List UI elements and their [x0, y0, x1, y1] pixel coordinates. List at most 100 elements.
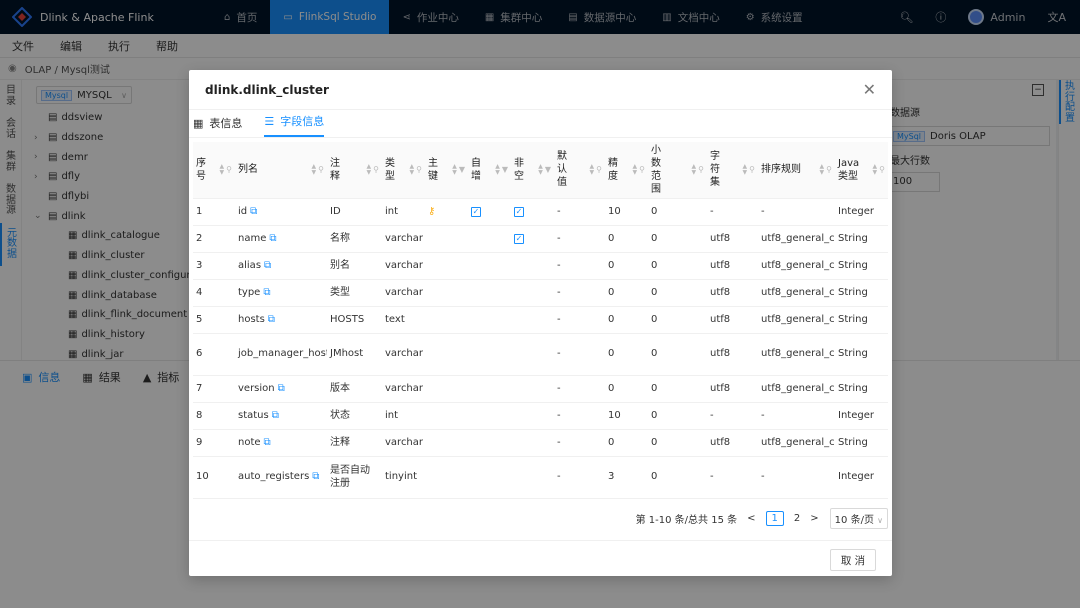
filter-icon[interactable]: ▼: [502, 165, 508, 175]
table-row: 9 note ⧉ 注释 varchar -0 0 utf8 utf8_general_ci Str…: [193, 429, 888, 457]
cell-pk: [425, 306, 468, 334]
sort-icon[interactable]: ▲ ▼: [220, 164, 225, 175]
column-header[interactable]: 小数范围 ▲ ▼ ⚲: [648, 142, 707, 199]
sort-icon[interactable]: ▲ ▼: [820, 164, 825, 175]
column-header[interactable]: 非空 ▲ ▼ ▼: [511, 142, 554, 199]
sort-icon[interactable]: ▲ ▼: [633, 164, 638, 175]
column-header[interactable]: 类型 ▲ ▼ ⚲: [382, 142, 425, 199]
filter-icon[interactable]: ▼: [459, 165, 465, 175]
copy-icon[interactable]: ⧉: [264, 260, 271, 271]
cell-value: 状态: [330, 409, 350, 421]
copy-icon[interactable]: ⧉: [312, 471, 319, 482]
column-header[interactable]: 列名 ▲ ▼ ⚲: [235, 142, 327, 199]
copy-icon[interactable]: ⧉: [278, 383, 285, 394]
prev-page-button[interactable]: <: [747, 513, 755, 524]
close-icon[interactable]: ✕: [863, 80, 876, 99]
cell-value: String: [838, 232, 868, 244]
cell-auto: [468, 429, 511, 457]
sort-icon[interactable]: ▲ ▼: [538, 164, 543, 175]
cell-value: note: [238, 436, 261, 448]
sort-icon[interactable]: ▲ ▼: [495, 164, 500, 175]
sort-icon[interactable]: ▲ ▼: [873, 164, 878, 175]
cell-collation: -: [758, 456, 835, 499]
page-1-button[interactable]: 1: [765, 511, 784, 526]
filter-icon[interactable]: ▼: [545, 165, 551, 175]
cell-scale: 0: [648, 429, 707, 457]
column-header[interactable]: Java 类型 ▲ ▼ ⚲: [835, 142, 888, 199]
cell-scale: 0: [648, 252, 707, 280]
search-icon[interactable]: ⚲: [318, 165, 324, 175]
cell-scale: 0: [648, 306, 707, 334]
column-header-label: 非空: [514, 157, 524, 182]
tab-field-info[interactable]: ☰ 字段信息: [264, 113, 325, 137]
cell-precision: 0: [605, 225, 648, 253]
cell-notnull: [511, 429, 554, 457]
table-row: 6 job_manager_host⧉JMhost varchar - 0 0 utf8 ut…: [193, 333, 888, 376]
column-header[interactable]: 序号 ▲ ▼ ⚲: [193, 142, 235, 199]
cell-value: -: [557, 348, 561, 360]
sort-icon[interactable]: ▲ ▼: [590, 164, 595, 175]
cell-value: 0: [651, 348, 658, 360]
cell-scale: 0: [648, 375, 707, 403]
column-header[interactable]: 精度 ▲ ▼ ⚲: [605, 142, 648, 199]
page-2-button[interactable]: 2: [794, 513, 800, 524]
search-icon[interactable]: ⚲: [698, 165, 704, 175]
cell-name: note ⧉: [235, 429, 327, 457]
column-header[interactable]: 排序规则 ▲ ▼ ⚲: [758, 142, 835, 199]
search-icon[interactable]: ⚲: [749, 165, 755, 175]
cell-java: String: [835, 429, 888, 457]
cell-collation: utf8_general_ci: [758, 306, 835, 334]
sort-icon[interactable]: ▲ ▼: [452, 164, 457, 175]
next-page-button[interactable]: >: [810, 513, 818, 524]
cell-precision: 0: [605, 279, 648, 307]
column-header[interactable]: 默认值 ▲ ▼ ⚲: [554, 142, 605, 199]
copy-icon[interactable]: ⧉: [268, 314, 275, 325]
copy-icon[interactable]: ⧉: [269, 233, 276, 244]
cell-java: String: [835, 225, 888, 253]
cell-value: int: [385, 409, 399, 421]
search-icon[interactable]: ⚲: [639, 165, 645, 175]
cell-value: 注释: [330, 436, 350, 448]
cell-auto: [468, 279, 511, 307]
page-size-select[interactable]: 10 条/页 ∨: [829, 508, 888, 529]
column-header[interactable]: 主键 ▲ ▼ ▼: [425, 142, 468, 199]
cell-auto: [468, 375, 511, 403]
copy-icon[interactable]: ⧉: [264, 437, 271, 448]
cell-value: 0: [651, 471, 658, 483]
cell-value: tinyint: [385, 471, 417, 483]
tab-table-info[interactable]: ▦ 表信息: [193, 115, 242, 137]
cell-value: utf8_general_ci: [761, 436, 835, 448]
cell-value: 0: [608, 348, 615, 360]
cell-value: Integer: [838, 205, 874, 217]
page-size-value: 10 条/页: [834, 515, 874, 526]
cell-value: -: [761, 471, 765, 483]
sort-icon[interactable]: ▲ ▼: [367, 164, 372, 175]
copy-icon[interactable]: ⧉: [263, 287, 270, 298]
sort-icon[interactable]: ▲ ▼: [312, 164, 317, 175]
cell-value: varchar: [385, 348, 424, 360]
search-icon[interactable]: ⚲: [226, 165, 232, 175]
search-icon[interactable]: ⚲: [416, 165, 422, 175]
cell-type: varchar: [382, 252, 425, 280]
cell-precision: 10: [605, 402, 648, 430]
cell-name: version ⧉: [235, 375, 327, 403]
sort-icon[interactable]: ▲ ▼: [410, 164, 415, 175]
cell-comment: 名称: [327, 225, 382, 253]
search-icon[interactable]: ⚲: [596, 165, 602, 175]
copy-icon[interactable]: ⧉: [272, 410, 279, 421]
cell-value: 0: [608, 382, 615, 394]
search-icon[interactable]: ⚲: [826, 165, 832, 175]
column-header[interactable]: 注释 ▲ ▼ ⚲: [327, 142, 382, 199]
cell-auto: ✓: [468, 198, 511, 226]
copy-icon[interactable]: ⧉: [250, 206, 257, 217]
cancel-button[interactable]: 取 消: [830, 549, 876, 571]
search-icon[interactable]: ⚲: [879, 165, 885, 175]
sort-icon[interactable]: ▲ ▼: [743, 164, 748, 175]
pagination: 第 1-10 条/总共 15 条 < 1 2 > 10 条/页 ∨: [636, 508, 888, 529]
search-icon[interactable]: ⚲: [373, 165, 379, 175]
cell-value: name: [238, 232, 267, 244]
column-header[interactable]: 自增 ▲ ▼ ▼: [468, 142, 511, 199]
cell-precision: 3: [605, 456, 648, 499]
sort-icon[interactable]: ▲ ▼: [692, 164, 697, 175]
column-header[interactable]: 字符集 ▲ ▼ ⚲: [707, 142, 758, 199]
